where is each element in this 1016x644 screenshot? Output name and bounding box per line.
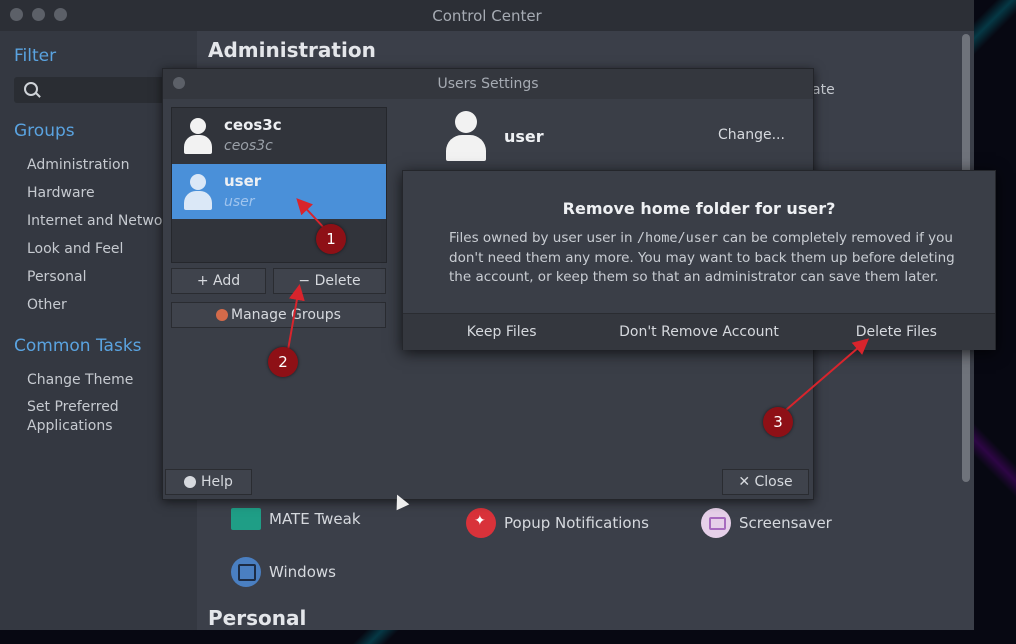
arrow-3 xyxy=(785,338,870,411)
annotation-marker-1: 1 xyxy=(316,224,346,254)
arrow-2 xyxy=(287,284,305,351)
annotation-marker-3: 3 xyxy=(763,407,793,437)
annotation-arrows xyxy=(287,198,870,411)
annotation-marker-2: 2 xyxy=(268,347,298,377)
